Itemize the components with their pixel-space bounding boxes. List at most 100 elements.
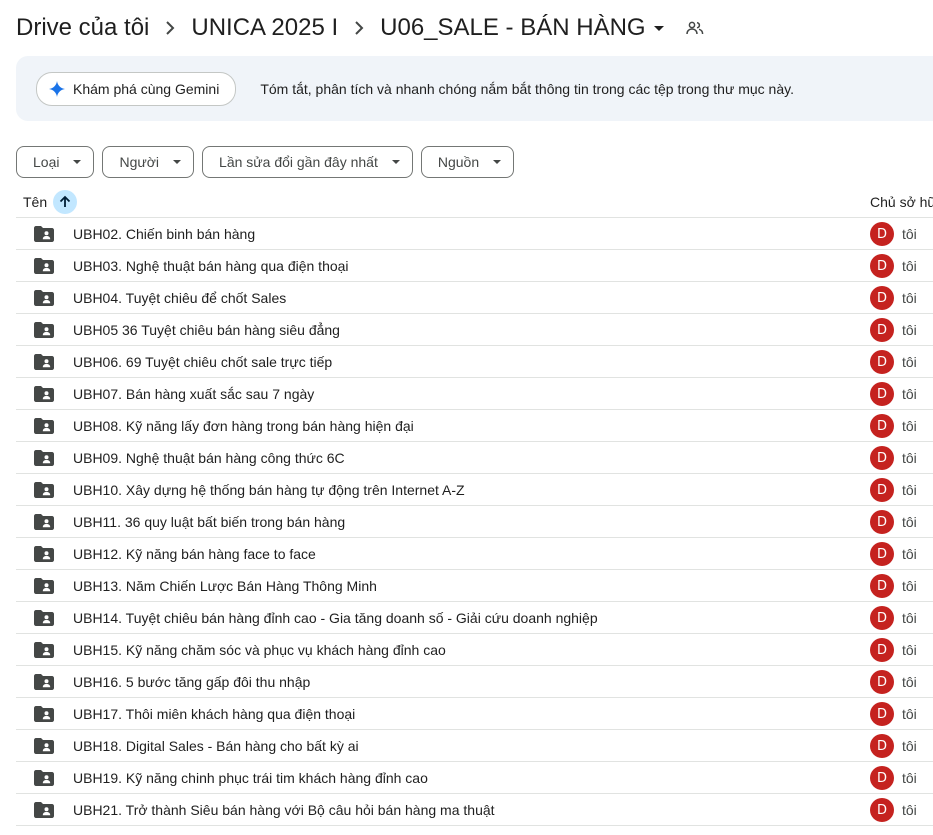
avatar[interactable]: D: [870, 574, 894, 598]
owner-label: tôi: [902, 290, 917, 306]
arrow-drop-down-icon: [493, 160, 502, 164]
file-name[interactable]: UBH13. Năm Chiến Lược Bán Hàng Thông Min…: [73, 578, 377, 594]
avatar[interactable]: D: [870, 478, 894, 502]
gemini-banner: Khám phá cùng Gemini Tóm tắt, phân tích …: [16, 56, 933, 121]
table-row[interactable]: UBH19. Kỹ năng chinh phục trái tim khách…: [16, 762, 933, 794]
avatar[interactable]: D: [870, 670, 894, 694]
file-name[interactable]: UBH09. Nghệ thuật bán hàng công thức 6C: [73, 450, 345, 466]
avatar[interactable]: D: [870, 318, 894, 342]
table-row[interactable]: UBH09. Nghệ thuật bán hàng công thức 6C D…: [16, 442, 933, 474]
avatar[interactable]: D: [870, 446, 894, 470]
avatar[interactable]: D: [870, 222, 894, 246]
gemini-explore-button[interactable]: Khám phá cùng Gemini: [36, 71, 237, 106]
table-row[interactable]: UBH05 36 Tuyệt chiêu bán hàng siêu đẳng D…: [16, 314, 933, 346]
owner-label: tôi: [902, 770, 917, 786]
file-list: UBH02. Chiến binh bán hàng Dtôi UBH03. Ngh…: [16, 218, 933, 826]
table-row[interactable]: UBH15. Kỹ năng chăm sóc và phục vụ khách…: [16, 634, 933, 666]
table-row[interactable]: UBH17. Thôi miên khách hàng qua điện tho…: [16, 698, 933, 730]
file-name[interactable]: UBH21. Trở thành Siêu bán hàng với Bộ câ…: [73, 802, 495, 818]
table-row[interactable]: UBH16. 5 bước tăng gấp đôi thu nhập Dtôi: [16, 666, 933, 698]
filter-type-chip[interactable]: Loại: [16, 146, 95, 178]
filter-source-label: Nguồn: [437, 154, 480, 170]
arrow-drop-down-icon: [391, 160, 400, 164]
table-row[interactable]: UBH18. Digital Sales - Bán hàng cho bất …: [16, 730, 933, 762]
file-name[interactable]: UBH11. 36 quy luật bất biến trong bán hà…: [73, 514, 345, 530]
shared-folder-icon: [34, 386, 54, 402]
owner-label: tôi: [902, 482, 917, 498]
table-row[interactable]: UBH12. Kỹ năng bán hàng face to face Dtôi: [16, 538, 933, 570]
shared-folder-icon: [34, 322, 54, 338]
file-name[interactable]: UBH02. Chiến binh bán hàng: [73, 226, 255, 242]
owner-label: tôi: [902, 226, 917, 242]
filter-modified-label: Lần sửa đổi gần đây nhất: [219, 154, 378, 170]
gemini-spark-icon: [49, 80, 65, 97]
file-name[interactable]: UBH03. Nghệ thuật bán hàng qua điện thoạ…: [73, 258, 349, 274]
arrow-upward-icon[interactable]: [53, 190, 78, 214]
table-row[interactable]: UBH13. Năm Chiến Lược Bán Hàng Thông Min…: [16, 570, 933, 602]
column-name-label: Tên: [23, 194, 48, 210]
table-row[interactable]: UBH11. 36 quy luật bất biến trong bán hà…: [16, 506, 933, 538]
filter-people-chip[interactable]: Người: [102, 146, 195, 178]
people-icon[interactable]: [685, 21, 704, 35]
owner-label: tôi: [902, 642, 917, 658]
table-row[interactable]: UBH08. Kỹ năng lấy đơn hàng trong bán hà…: [16, 410, 933, 442]
shared-folder-icon: [34, 354, 54, 370]
file-name[interactable]: UBH06. 69 Tuyệt chiêu chốt sale trực tiế…: [73, 354, 332, 370]
file-name[interactable]: UBH04. Tuyệt chiêu để chốt Sales: [73, 290, 286, 306]
file-name[interactable]: UBH05 36 Tuyệt chiêu bán hàng siêu đẳng: [73, 322, 340, 338]
arrow-drop-down-icon: [173, 160, 182, 164]
table-row[interactable]: UBH07. Bán hàng xuất sắc sau 7 ngày Dtôi: [16, 378, 933, 410]
table-row[interactable]: UBH04. Tuyệt chiêu để chốt Sales Dtôi: [16, 282, 933, 314]
filter-modified-chip[interactable]: Lần sửa đổi gần đây nhất: [202, 146, 413, 178]
table-row[interactable]: UBH02. Chiến binh bán hàng Dtôi: [16, 218, 933, 250]
shared-folder-icon: [34, 610, 54, 626]
file-name[interactable]: UBH08. Kỹ năng lấy đơn hàng trong bán hà…: [73, 418, 414, 434]
shared-folder-icon: [34, 418, 54, 434]
avatar[interactable]: D: [870, 542, 894, 566]
avatar[interactable]: D: [870, 798, 894, 822]
column-owner-header[interactable]: Chủ sở hữ: [870, 194, 933, 210]
table-row[interactable]: UBH14. Tuyệt chiêu bán hàng đỉnh cao - G…: [16, 602, 933, 634]
shared-folder-icon: [34, 770, 54, 786]
avatar[interactable]: D: [870, 350, 894, 374]
file-name[interactable]: UBH10. Xây dựng hệ thống bán hàng tự độn…: [73, 482, 465, 498]
table-row[interactable]: UBH06. 69 Tuyệt chiêu chốt sale trực tiế…: [16, 346, 933, 378]
breadcrumb-my-drive[interactable]: Drive của tôi: [16, 14, 149, 42]
file-name[interactable]: UBH12. Kỹ năng bán hàng face to face: [73, 546, 316, 562]
filter-bar: Loại Người Lần sửa đổi gần đây nhất Nguồ…: [16, 146, 522, 178]
table-row[interactable]: UBH21. Trở thành Siêu bán hàng với Bộ câ…: [16, 794, 933, 826]
table-row[interactable]: UBH03. Nghệ thuật bán hàng qua điện thoạ…: [16, 250, 933, 282]
breadcrumb-current-folder[interactable]: U06_SALE - BÁN HÀNG: [380, 14, 664, 42]
owner-label: tôi: [902, 706, 917, 722]
avatar[interactable]: D: [870, 734, 894, 758]
avatar[interactable]: D: [870, 702, 894, 726]
avatar[interactable]: D: [870, 382, 894, 406]
filter-source-chip[interactable]: Nguồn: [420, 146, 515, 178]
shared-folder-icon: [34, 226, 54, 242]
owner-label: tôi: [902, 802, 917, 818]
breadcrumb-unica[interactable]: UNICA 2025 I: [191, 14, 338, 42]
file-name[interactable]: UBH17. Thôi miên khách hàng qua điện tho…: [73, 706, 355, 722]
file-name[interactable]: UBH19. Kỹ năng chinh phục trái tim khách…: [73, 770, 428, 786]
table-row[interactable]: UBH10. Xây dựng hệ thống bán hàng tự độn…: [16, 474, 933, 506]
chevron-right-icon: [155, 21, 185, 35]
shared-folder-icon: [34, 802, 54, 818]
avatar[interactable]: D: [870, 286, 894, 310]
avatar[interactable]: D: [870, 254, 894, 278]
avatar[interactable]: D: [870, 766, 894, 790]
owner-label: tôi: [902, 322, 917, 338]
avatar[interactable]: D: [870, 510, 894, 534]
file-name[interactable]: UBH14. Tuyệt chiêu bán hàng đỉnh cao - G…: [73, 610, 598, 626]
file-name[interactable]: UBH16. 5 bước tăng gấp đôi thu nhập: [73, 674, 310, 690]
column-name-header[interactable]: Tên: [23, 190, 78, 214]
file-name[interactable]: UBH15. Kỹ năng chăm sóc và phục vụ khách…: [73, 642, 446, 658]
file-name[interactable]: UBH07. Bán hàng xuất sắc sau 7 ngày: [73, 386, 314, 402]
owner-label: tôi: [902, 578, 917, 594]
breadcrumb-current-label: U06_SALE - BÁN HÀNG: [380, 14, 646, 41]
avatar[interactable]: D: [870, 414, 894, 438]
file-name[interactable]: UBH18. Digital Sales - Bán hàng cho bất …: [73, 738, 359, 754]
avatar[interactable]: D: [870, 638, 894, 662]
avatar[interactable]: D: [870, 606, 894, 630]
shared-folder-icon: [34, 738, 54, 754]
shared-folder-icon: [34, 290, 54, 306]
